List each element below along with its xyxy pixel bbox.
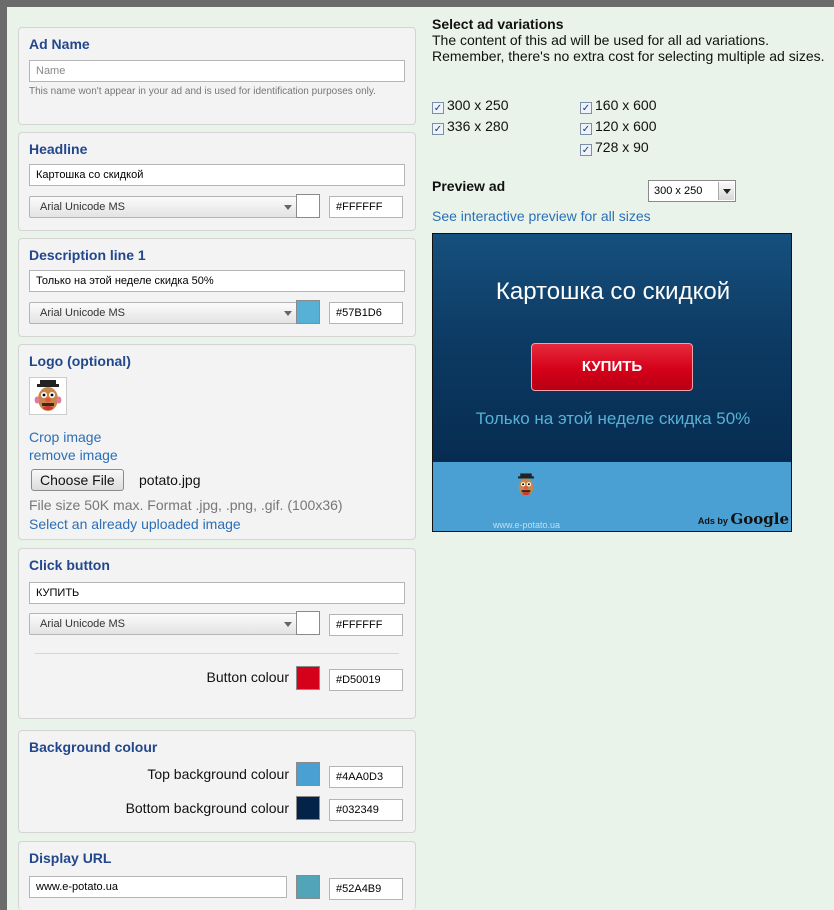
size-checkbox-728x90[interactable]: ✓ 728 x 90 — [580, 139, 649, 156]
chevron-down-icon — [284, 622, 292, 627]
size-checkbox-160x600[interactable]: ✓ 160 x 600 — [580, 97, 657, 114]
display-url-panel: Display URL www.e-potato.ua #52A4B9 — [18, 841, 416, 910]
interactive-preview-link[interactable]: See interactive preview for all sizes — [432, 208, 651, 224]
window-frame-top — [0, 0, 834, 7]
ad-name-input[interactable]: Name — [29, 60, 405, 82]
bottom-background-colour-swatch[interactable] — [296, 796, 320, 820]
top-background-colour-label: Top background colour — [147, 766, 289, 782]
window-frame-left — [0, 0, 7, 910]
checkbox-checked-icon[interactable]: ✓ — [580, 144, 592, 156]
size-checkbox-120x600[interactable]: ✓ 120 x 600 — [580, 118, 657, 135]
ad-preview-headline: Картошка со скидкой — [495, 278, 731, 305]
display-url-color-input[interactable]: #52A4B9 — [329, 878, 403, 900]
headline-input[interactable]: Картошка со скидкой — [29, 164, 405, 186]
button-colour-swatch[interactable] — [296, 666, 320, 690]
headline-panel: Headline Картошка со скидкой Arial Unico… — [18, 132, 416, 231]
remove-image-link[interactable]: remove image — [29, 447, 118, 463]
select-uploaded-image-link[interactable]: Select an already uploaded image — [29, 516, 241, 532]
headline-color-swatch[interactable] — [296, 194, 320, 218]
ad-variations-description: The content of this ad will be used for … — [432, 32, 825, 64]
ad-preview-description: Только на этой неделе скидка 50% — [475, 409, 751, 428]
divider — [35, 653, 399, 654]
description-panel: Description line 1 Только на этой неделе… — [18, 238, 416, 337]
headline-font-select[interactable]: Arial Unicode MS — [29, 196, 303, 218]
top-background-colour-input[interactable]: #4AA0D3 — [329, 766, 403, 788]
google-logo-icon: Google — [730, 510, 789, 528]
click-button-panel: Click button КУПИТЬ Arial Unicode MS #FF… — [18, 548, 416, 719]
display-url-input[interactable]: www.e-potato.ua — [29, 876, 287, 898]
choose-file-button[interactable]: Choose File — [31, 469, 124, 491]
size-checkbox-300x250[interactable]: ✓ 300 x 250 — [432, 97, 509, 114]
bottom-background-colour-label: Bottom background colour — [125, 800, 289, 816]
description-font-label: Arial Unicode MS — [40, 307, 125, 319]
ad-preview-buy-button[interactable]: КУПИТЬ — [531, 343, 693, 391]
file-info-text: File size 50K max. Format .jpg, .png, .g… — [29, 497, 343, 513]
description-font-select[interactable]: Arial Unicode MS — [29, 302, 303, 324]
headline-color-input[interactable]: #FFFFFF — [329, 196, 403, 218]
button-text-color-swatch[interactable] — [296, 611, 320, 635]
logo-panel: Logo (optional) Crop image remove image … — [18, 344, 416, 540]
potato-head-icon — [34, 380, 62, 411]
click-button-input[interactable]: КУПИТЬ — [29, 582, 405, 604]
preview-size-value: 300 x 250 — [654, 185, 703, 197]
logo-thumbnail — [29, 377, 67, 415]
ad-preview-url: www.e-potato.ua — [493, 520, 561, 530]
chevron-down-icon — [284, 205, 292, 210]
ad-variations-title: Select ad variations — [432, 16, 564, 32]
description-title: Description line 1 — [29, 247, 146, 263]
background-colour-panel: Background colour Top background colour … — [18, 730, 416, 833]
headline-title: Headline — [29, 141, 88, 157]
crop-image-link[interactable]: Crop image — [29, 429, 101, 445]
checkbox-checked-icon[interactable]: ✓ — [432, 123, 444, 135]
ad-variations-section: Select ad variations The content of this… — [432, 16, 832, 64]
display-url-color-swatch[interactable] — [296, 875, 320, 899]
top-background-colour-swatch[interactable] — [296, 762, 320, 786]
potato-head-icon — [518, 473, 534, 496]
preview-ad-title: Preview ad — [432, 178, 506, 194]
button-colour-input[interactable]: #D50019 — [329, 669, 403, 691]
size-checkbox-336x280[interactable]: ✓ 336 x 280 — [432, 118, 509, 135]
click-button-title: Click button — [29, 557, 110, 573]
description-color-swatch[interactable] — [296, 300, 320, 324]
background-colour-title: Background colour — [29, 739, 158, 755]
checkbox-checked-icon[interactable]: ✓ — [580, 102, 592, 114]
preview-size-select[interactable]: 300 x 250 — [648, 180, 736, 202]
click-button-font-select[interactable]: Arial Unicode MS — [29, 613, 303, 635]
click-button-font-label: Arial Unicode MS — [40, 618, 125, 630]
display-url-title: Display URL — [29, 850, 112, 866]
ad-name-help: This name won't appear in your ad and is… — [29, 86, 376, 97]
selected-file-name: potato.jpg — [139, 472, 201, 488]
ads-by-google-label: Ads by Google — [697, 510, 789, 528]
button-colour-label: Button colour — [206, 669, 290, 685]
bottom-background-colour-input[interactable]: #032349 — [329, 799, 403, 821]
ad-name-title: Ad Name — [29, 36, 90, 52]
description-input[interactable]: Только на этой неделе скидка 50% — [29, 270, 405, 292]
chevron-down-icon[interactable] — [718, 182, 734, 200]
chevron-down-icon — [284, 311, 292, 316]
checkbox-checked-icon[interactable]: ✓ — [580, 123, 592, 135]
button-text-color-input[interactable]: #FFFFFF — [329, 614, 403, 636]
ad-name-panel: Ad Name Name This name won't appear in y… — [18, 27, 416, 125]
checkbox-checked-icon[interactable]: ✓ — [432, 102, 444, 114]
description-color-input[interactable]: #57B1D6 — [329, 302, 403, 324]
ad-preview: Картошка со скидкой КУПИТЬ Только на это… — [432, 233, 792, 532]
logo-title: Logo (optional) — [29, 353, 131, 369]
headline-font-label: Arial Unicode MS — [40, 201, 125, 213]
